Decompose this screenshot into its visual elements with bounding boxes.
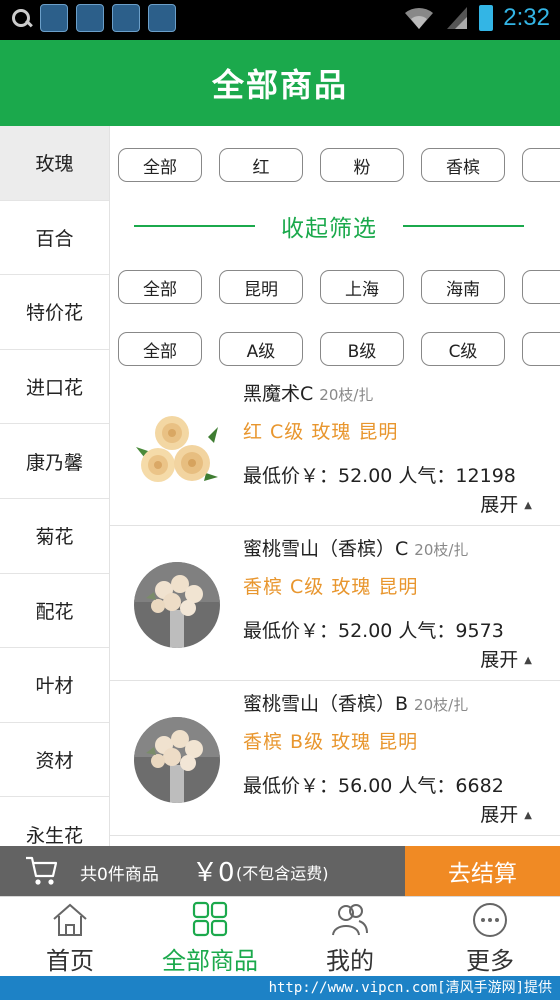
nav-mine[interactable]: 我的 [280, 897, 420, 976]
caret-up-icon: ▲ [524, 810, 532, 821]
product-tags: 香槟 B级 玫瑰 昆明 [243, 731, 419, 753]
origin-filter-more[interactable] [522, 270, 560, 304]
sidebar-item-carnation[interactable]: 康乃馨 [0, 424, 109, 499]
sidebar-item-special-offer[interactable]: 特价花 [0, 275, 109, 350]
origin-filter-hainan[interactable]: 海南 [421, 270, 505, 304]
origin-filter-all[interactable]: 全部 [118, 270, 202, 304]
product-price: 最低价￥：56.00 人气：6682 [243, 775, 504, 797]
product-pack-size: 20枝/扎 [414, 696, 469, 714]
page-title: 全部商品 [211, 66, 348, 104]
sidebar-item-foliage[interactable]: 叶材 [0, 648, 109, 723]
color-filter-champagne[interactable]: 香槟 [421, 148, 505, 182]
product-item[interactable]: 蜜桃雪山（香槟）C 20枝/扎 香槟 C级 玫瑰 昆明 最低价￥：52.00 人气… [110, 526, 560, 681]
expand-label: 展开 [480, 494, 519, 516]
product-item[interactable]: 蜜桃雪山（香槟）B 20枝/扎 香槟 B级 玫瑰 昆明 最低价￥：56.00 人气… [110, 681, 560, 836]
notification-icons [10, 4, 176, 32]
expand-button[interactable]: 展开 ▲ [480, 490, 532, 517]
grade-filter-a[interactable]: A级 [219, 332, 303, 366]
shield-icon [40, 4, 68, 32]
shield-icon [76, 4, 104, 32]
nav-label: 首页 [46, 947, 94, 975]
cart-bar: 共0件商品 ￥0 (不包含运费) 去结算 [0, 846, 560, 896]
product-pack-size: 20枝/扎 [319, 386, 374, 404]
shipping-note: (不包含运费) [236, 864, 329, 883]
product-title: 黑魔术C 20枝/扎 [243, 379, 373, 406]
grid-icon [192, 901, 228, 937]
divider [403, 225, 524, 227]
collapse-filter-label: 收起筛选 [281, 216, 377, 242]
product-title: 蜜桃雪山（香槟）C 20枝/扎 [243, 534, 468, 561]
cart-item-count: 共0件商品 [80, 865, 159, 885]
search-icon [10, 7, 32, 29]
more-icon [473, 903, 507, 937]
product-name: 蜜桃雪山（香槟）C [243, 538, 409, 560]
bottom-nav: 首页 全部商品 我的 更多 [0, 896, 560, 976]
sidebar-item-imported[interactable]: 进口花 [0, 350, 109, 425]
divider [134, 225, 255, 227]
color-filter-all[interactable]: 全部 [118, 148, 202, 182]
grade-filter-b[interactable]: B级 [320, 332, 404, 366]
app-header: 全部商品 [0, 40, 560, 126]
checkout-button[interactable]: 去结算 [405, 846, 560, 896]
product-name: 蜜桃雪山（香槟）B [243, 693, 409, 715]
origin-filter-row: 全部 昆明 上海 海南 [118, 270, 560, 304]
expand-button[interactable]: 展开 ▲ [480, 645, 532, 672]
origin-filter-kunming[interactable]: 昆明 [219, 270, 303, 304]
grade-filter-c[interactable]: C级 [421, 332, 505, 366]
sidebar-item-filler-flowers[interactable]: 配花 [0, 574, 109, 649]
nav-home[interactable]: 首页 [0, 897, 140, 976]
battery-icon [479, 5, 494, 31]
watermark-bar: http://www.vipcn.com[清风手游网]提供 [0, 976, 560, 1000]
product-pack-size: 20枝/扎 [414, 541, 469, 559]
wifi-icon [405, 7, 434, 29]
filter-panel: 全部 红 粉 香槟 收起筛选 全部 昆明 上海 海南 全部 A级 B级 C级 [110, 126, 560, 371]
sidebar-item-preserved-flowers[interactable]: 永生花 [0, 797, 109, 846]
product-image [134, 407, 220, 493]
nav-label: 更多 [466, 947, 514, 975]
home-icon [53, 903, 87, 936]
product-price: 最低价￥：52.00 人气：9573 [243, 620, 504, 642]
expand-label: 展开 [480, 649, 519, 671]
product-image [134, 717, 220, 803]
product-title: 蜜桃雪山（香槟）B 20枝/扎 [243, 689, 468, 716]
category-sidebar: 玫瑰 百合 特价花 进口花 康乃馨 菊花 配花 叶材 资材 永生花 [0, 126, 110, 846]
sidebar-item-supplies[interactable]: 资材 [0, 723, 109, 798]
caret-up-icon: ▲ [524, 500, 532, 511]
nav-all-products[interactable]: 全部商品 [140, 897, 280, 976]
sidebar-item-chrysanthemum[interactable]: 菊花 [0, 499, 109, 574]
signal-icon [447, 7, 468, 29]
nav-label: 全部商品 [162, 947, 258, 975]
grade-filter-row: 全部 A级 B级 C级 [118, 332, 560, 366]
grade-filter-all[interactable]: 全部 [118, 332, 202, 366]
color-filter-pink[interactable]: 粉 [320, 148, 404, 182]
sidebar-item-lily[interactable]: 百合 [0, 201, 109, 276]
collapse-filter-toggle[interactable]: 收起筛选 [134, 208, 524, 244]
caret-up-icon: ▲ [524, 655, 532, 666]
baidu-icon [148, 4, 176, 32]
product-list: 黑魔术C 20枝/扎 红 C级 玫瑰 昆明 最低价￥：52.00 人气：12198… [110, 371, 560, 846]
nav-more[interactable]: 更多 [420, 897, 560, 976]
cart-icon[interactable] [24, 854, 58, 888]
color-filter-red[interactable]: 红 [219, 148, 303, 182]
expand-button[interactable]: 展开 ▲ [480, 800, 532, 827]
status-bar: 2:32 [0, 0, 560, 40]
grade-filter-more[interactable] [522, 332, 560, 366]
product-price: 最低价￥：52.00 人气：12198 [243, 465, 516, 487]
product-name: 黑魔术C [243, 383, 314, 405]
expand-label: 展开 [480, 804, 519, 826]
product-item[interactable]: 黑魔术C 20枝/扎 红 C级 玫瑰 昆明 最低价￥：52.00 人气：12198… [110, 371, 560, 526]
sidebar-item-rose[interactable]: 玫瑰 [0, 126, 109, 201]
nav-label: 我的 [326, 947, 374, 975]
clock: 2:32 [503, 4, 550, 31]
color-filter-row: 全部 红 粉 香槟 [118, 148, 560, 182]
product-tags: 香槟 C级 玫瑰 昆明 [243, 576, 419, 598]
product-image [134, 562, 220, 648]
origin-filter-shanghai[interactable]: 上海 [320, 270, 404, 304]
users-icon [332, 904, 368, 936]
color-filter-more[interactable] [522, 148, 560, 182]
baidu-icon [112, 4, 140, 32]
product-tags: 红 C级 玫瑰 昆明 [243, 421, 399, 443]
system-icons: 2:32 [403, 4, 550, 32]
cart-total: ￥0 [192, 858, 235, 888]
